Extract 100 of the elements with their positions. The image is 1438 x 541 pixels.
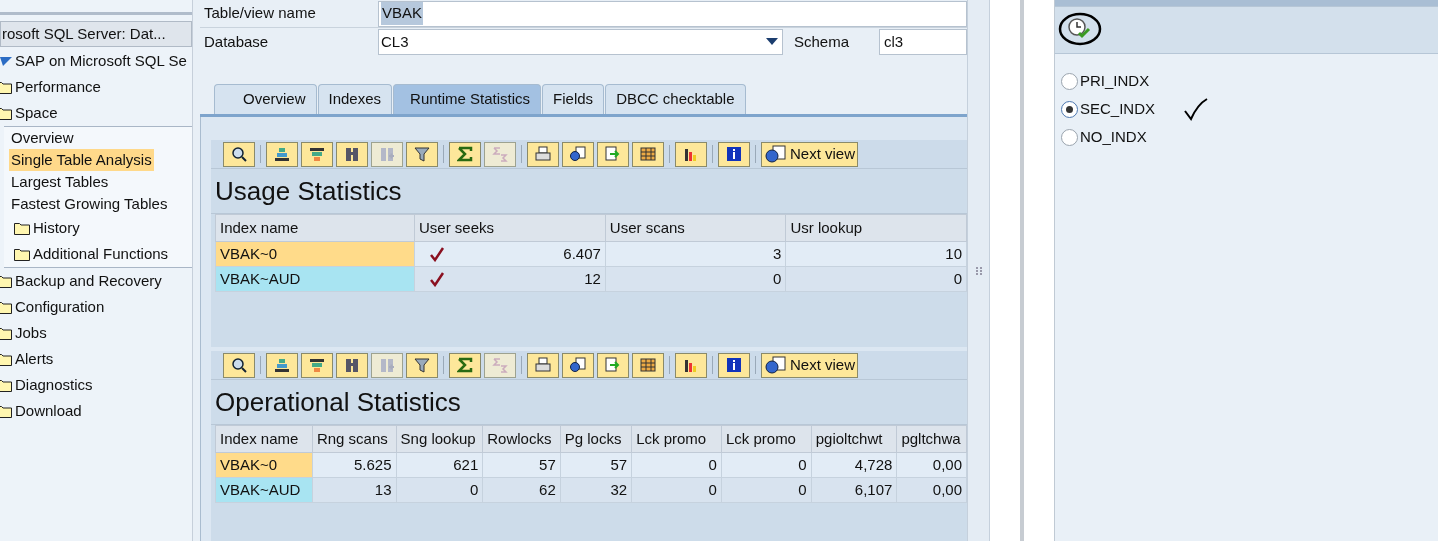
column-header[interactable]: pgioltchwt (811, 425, 897, 453)
printer-icon (535, 357, 551, 373)
printer-button[interactable] (527, 141, 559, 167)
cell-value: 6.407 (563, 243, 601, 264)
printer-button[interactable] (527, 352, 559, 378)
table-cell: 0 (631, 452, 722, 478)
tree-item[interactable]: Configuration (15, 295, 105, 319)
tree-item[interactable]: Fastest Growing Tables (9, 192, 170, 216)
column-header[interactable]: Sng lookup (396, 425, 483, 453)
table-cell: 621 (396, 452, 483, 478)
column-header[interactable]: Usr lookup (785, 214, 967, 242)
stacked-bars-button[interactable] (266, 352, 298, 378)
bar-chart-button[interactable] (675, 141, 707, 167)
field-label: Table/view name (203, 3, 317, 24)
documents-button[interactable] (562, 352, 594, 378)
table-cell: 10 (785, 241, 967, 267)
section-title: Usage Statistics (215, 174, 402, 208)
schema-field[interactable]: cl3 (879, 29, 967, 55)
funnel-button[interactable] (406, 352, 438, 378)
inverted-bars-button[interactable] (301, 141, 333, 167)
folder-icon (0, 80, 12, 94)
stacked-bars-button[interactable] (266, 141, 298, 167)
field-label: Schema (793, 31, 851, 52)
bar-chart-button[interactable] (675, 352, 707, 378)
tree-item[interactable]: Download (15, 399, 82, 423)
database-dropdown[interactable]: CL3 (378, 29, 783, 55)
sigma-button[interactable] (449, 141, 481, 167)
documents-button[interactable] (562, 141, 594, 167)
folder-icon (0, 106, 12, 120)
document-arrow-icon (605, 146, 621, 162)
next-view-button[interactable]: Next view (761, 141, 859, 167)
info-button[interactable] (718, 141, 750, 167)
tab[interactable]: DBCC checktable (605, 84, 746, 114)
tree-item[interactable]: Single Table Analysis (9, 148, 154, 172)
binoculars-button[interactable] (336, 352, 368, 378)
documents-icon (764, 145, 788, 163)
tree-item[interactable]: Space (15, 101, 58, 125)
radio-option[interactable]: NO_INDX (1061, 125, 1147, 149)
folder-icon (0, 404, 12, 418)
tab[interactable]: Indexes (317, 84, 393, 114)
grid-button[interactable] (632, 352, 664, 378)
field-label: Database (203, 31, 270, 52)
tab[interactable]: Fields (542, 84, 605, 114)
tree-item[interactable]: Jobs (15, 321, 47, 345)
sigma-icon (457, 357, 473, 373)
info-button[interactable] (718, 352, 750, 378)
folder-icon (0, 300, 12, 314)
column-header[interactable]: Rng scans (312, 425, 397, 453)
info-icon (726, 146, 742, 162)
table-cell: 0 (605, 266, 786, 292)
magnifier-button[interactable] (223, 352, 255, 378)
column-header[interactable]: Lck promo (631, 425, 722, 453)
dropdown-arrow-icon (766, 38, 778, 46)
column-header[interactable]: User seeks (414, 214, 606, 242)
tree-item[interactable]: Additional Functions (33, 242, 169, 266)
funnel-icon (414, 146, 430, 162)
folder-icon (14, 247, 30, 261)
documents-icon (764, 356, 788, 374)
table-cell: VBAK~0 (215, 452, 313, 478)
tree-item[interactable]: Backup and Recovery (15, 269, 162, 293)
tree-item[interactable]: Overview (9, 126, 76, 150)
tree-item[interactable]: Performance (15, 75, 101, 99)
tab[interactable]: Overview (214, 84, 317, 114)
column-header[interactable]: pgltchwa (896, 425, 967, 453)
splitter-handle-icon[interactable] (975, 265, 982, 276)
tree-item[interactable]: History (33, 216, 80, 240)
magnifier-button[interactable] (223, 141, 255, 167)
radio-option[interactable]: SEC_INDX (1061, 97, 1156, 121)
column-header[interactable]: Index name (215, 214, 415, 242)
next-view-button[interactable]: Next view (761, 352, 859, 378)
panel-header: rosoft SQL Server: Dat... (1, 23, 166, 44)
tree-item[interactable]: Largest Tables (9, 170, 111, 194)
sigma-button[interactable] (449, 352, 481, 378)
table-cell: 4,728 (811, 452, 897, 478)
table-name-field[interactable]: VBAK (378, 0, 967, 27)
binoculars-plus-icon (379, 146, 395, 162)
column-header[interactable]: Pg locks (560, 425, 632, 453)
column-header[interactable]: User scans (605, 214, 786, 242)
column-header[interactable]: Lck promo (721, 425, 812, 453)
binoculars-button[interactable] (336, 141, 368, 167)
subtotal-icon (492, 357, 508, 373)
column-header[interactable]: Index name (215, 425, 313, 453)
funnel-button[interactable] (406, 141, 438, 167)
grid-button[interactable] (632, 141, 664, 167)
hand-drawn-check-icon (1183, 97, 1210, 121)
table-cell: 0 (396, 477, 483, 503)
sigma-icon (457, 146, 473, 162)
subtotal-icon (492, 146, 508, 162)
tree-item[interactable]: Alerts (15, 347, 54, 371)
tree-item[interactable]: SAP on Microsoft SQL Se (15, 49, 187, 73)
binoculars-icon (344, 357, 360, 373)
tab[interactable]: Runtime Statistics (393, 84, 542, 114)
folder-icon (0, 326, 12, 340)
magnifier-icon (231, 146, 247, 162)
inverted-bars-button[interactable] (301, 352, 333, 378)
column-header[interactable]: Rowlocks (482, 425, 561, 453)
radio-option[interactable]: PRI_INDX (1061, 69, 1150, 93)
tree-item[interactable]: Diagnostics (15, 373, 93, 397)
bar-chart-icon (683, 357, 699, 373)
expanded-triangle-icon[interactable] (0, 55, 12, 67)
